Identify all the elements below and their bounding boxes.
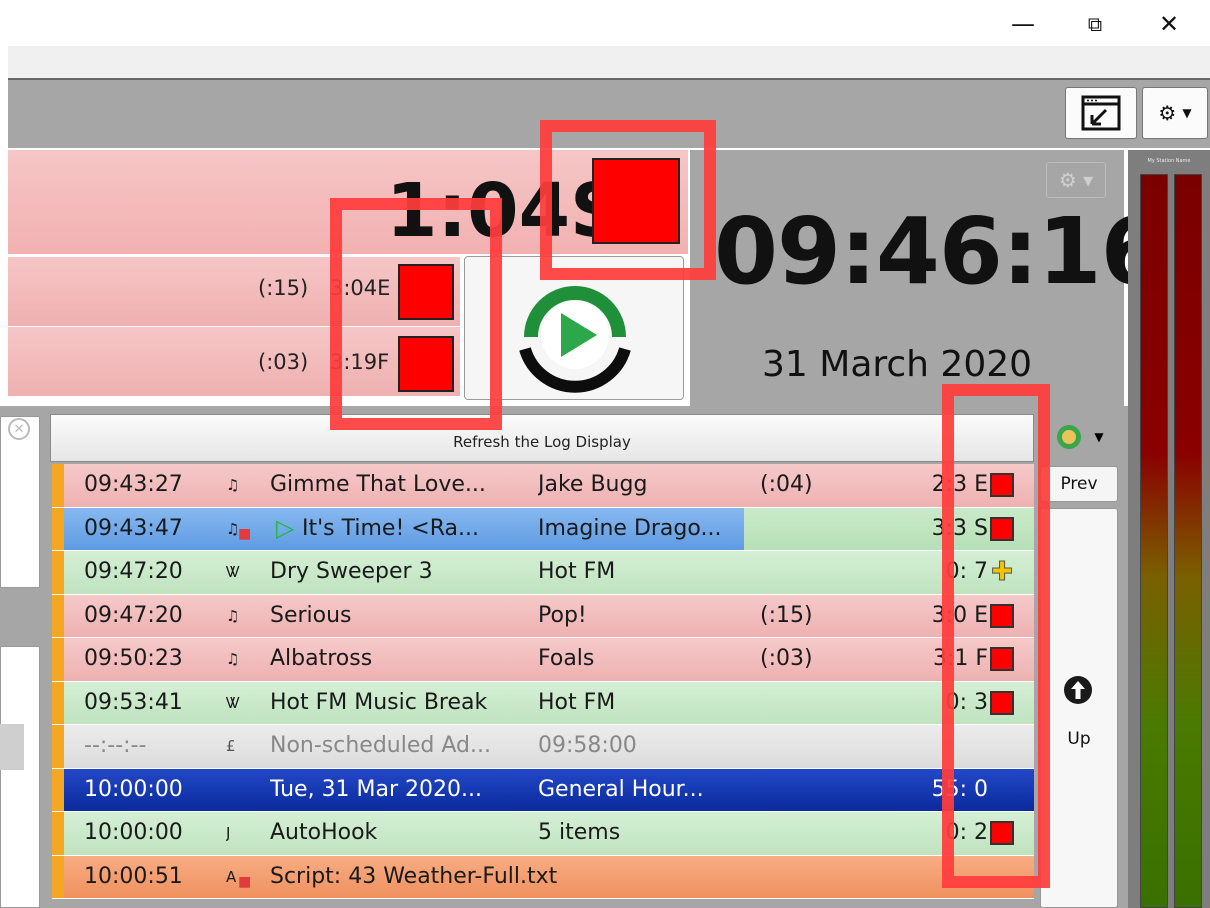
- up-label: Up: [1067, 729, 1091, 749]
- log-row-title: Dry Sweeper 3: [270, 559, 433, 584]
- log-row[interactable]: 09:43:47 ♫ ▷ It's Time! <Ra... ■ Imagine Drag…: [52, 507, 1034, 551]
- log-row-title: Albatross: [270, 646, 373, 671]
- log-row[interactable]: 09:47:20 Ꮤ Dry Sweeper 3 Hot FM 0: 7 ✚: [52, 551, 1034, 595]
- log-row-time: 09:43:47: [84, 515, 183, 541]
- log-row-title: Tue, 31 Mar 2020...: [270, 776, 483, 802]
- log-row-time: 09:50:23: [84, 646, 183, 671]
- log-row-artist: Imagine Drago...: [538, 515, 722, 541]
- meter-left: [1140, 174, 1168, 908]
- minimize-button[interactable]: —: [1000, 4, 1046, 44]
- next-item-intro: (:03): [258, 350, 309, 374]
- log-row-intro: (:15): [760, 602, 813, 628]
- log-row-marker: [52, 507, 64, 550]
- lock-icon: ■: [238, 873, 252, 890]
- log-row-artist: Foals: [538, 646, 595, 671]
- log-row-title: Serious: [270, 602, 352, 628]
- log-row-artist: Hot FM: [538, 689, 616, 715]
- log-row-marker: [52, 725, 64, 768]
- annotation-box-remaining: [540, 120, 716, 280]
- log-row-artist: Jake Bugg: [538, 472, 648, 497]
- log-row-time: 10:00:00: [84, 776, 183, 802]
- log-row-artist: Pop!: [538, 602, 587, 628]
- log-row-title: Hot FM Music Break: [270, 689, 488, 715]
- left-panel-lower: [0, 646, 40, 908]
- log-row-type-icon: Ꮤ: [226, 693, 241, 712]
- clock-date: 31 March 2020: [762, 344, 1033, 385]
- log-row-marker: [52, 594, 64, 637]
- log-row-type-icon: ♫: [226, 606, 240, 625]
- log-row-time: 09:47:20: [84, 559, 183, 584]
- now-playing-icon: ▷: [276, 513, 295, 542]
- window-arrow-icon: [1081, 95, 1121, 131]
- log-row-time: 09:43:27: [84, 472, 183, 497]
- log-row-marker: [52, 812, 64, 855]
- next-item-intro: (:15): [258, 276, 309, 300]
- log-list: 09:43:27 ♫ Gimme That Love... Jake Bugg (:04…: [52, 464, 1034, 899]
- clock-settings-button[interactable]: ⚙ ▾: [1046, 162, 1106, 198]
- log-row-title: It's Time! <Ra...: [302, 515, 479, 541]
- close-button[interactable]: ✕: [1146, 4, 1192, 44]
- log-row[interactable]: 09:43:27 ♫ Gimme That Love... Jake Bugg (:04…: [52, 464, 1034, 508]
- log-row-time: --:--:--: [84, 733, 147, 758]
- up-button[interactable]: Up: [1040, 508, 1118, 908]
- annotation-box-status-column: [942, 384, 1050, 888]
- status-light-icon: [1057, 425, 1082, 449]
- refresh-log-button[interactable]: Refresh the Log Display: [50, 414, 1034, 462]
- chevron-down-icon: ▼: [1094, 430, 1104, 444]
- log-row[interactable]: 10:00:00 Tue, 31 Mar 2020... General Hour.…: [52, 768, 1034, 812]
- settings-menu-button[interactable]: ⚙ ▼: [1142, 87, 1208, 139]
- log-row[interactable]: 10:00:51 A Script: 43 Weather-Full.txt ■: [52, 855, 1034, 899]
- log-row-type-icon: Ꮤ: [226, 563, 241, 581]
- log-row-title: Non-scheduled Ad...: [270, 733, 491, 758]
- log-row-intro: (:03): [760, 646, 813, 671]
- log-row-time: 10:00:51: [84, 863, 183, 889]
- log-row-marker: [52, 551, 64, 594]
- log-row-intro: (:04): [760, 472, 813, 497]
- log-row-marker: [52, 638, 64, 681]
- prev-button[interactable]: Prev: [1040, 466, 1118, 502]
- log-row[interactable]: 09:53:41 Ꮤ Hot FM Music Break Hot FM 0: 3: [52, 681, 1034, 725]
- log-row-type-icon: ♫: [226, 476, 240, 494]
- log-row-time: 09:53:41: [84, 689, 183, 715]
- refresh-log-label: Refresh the Log Display: [453, 433, 631, 451]
- log-row-title: Script: 43 Weather-Full.txt: [270, 863, 558, 889]
- gear-icon: ⚙: [1158, 101, 1177, 125]
- station-name: My Station Name: [1147, 158, 1191, 164]
- log-row[interactable]: --:--:-- £ Non-scheduled Ad... 09:58:00: [52, 725, 1034, 769]
- scrollbar-thumb[interactable]: [0, 724, 24, 770]
- log-row[interactable]: 09:47:20 ♫ Serious Pop! (:15) 3:0 E: [52, 594, 1034, 638]
- log-row-type-icon: J: [226, 824, 231, 842]
- arrow-up-circle-icon: [1064, 676, 1092, 704]
- log-row-artist: 09:58:00: [538, 733, 637, 758]
- log-row-type-icon: ♫: [226, 650, 240, 668]
- clock-time: 09:46:16: [714, 198, 1165, 305]
- chevron-down-icon: ▼: [1182, 106, 1192, 120]
- log-row-title: Gimme That Love...: [270, 472, 486, 497]
- left-sidebar: ✕: [0, 406, 48, 908]
- log-row-title: AutoHook: [270, 820, 378, 845]
- clear-icon[interactable]: ✕: [8, 418, 30, 440]
- annotation-box-next-items: [330, 198, 502, 430]
- log-row-artist: Hot FM: [538, 559, 616, 584]
- log-row-time: 09:47:20: [84, 602, 183, 628]
- log-row[interactable]: 10:00:00 J AutoHook 5 items 0: 2: [52, 812, 1034, 856]
- meter-right: [1174, 174, 1202, 908]
- log-row-marker: [52, 855, 64, 898]
- log-row-artist: 5 items: [538, 820, 621, 845]
- restore-button[interactable]: ⧉: [1072, 4, 1118, 44]
- menu-strip: [8, 46, 1210, 78]
- log-row-marker: [52, 768, 64, 811]
- log-status-button[interactable]: ▼: [1040, 414, 1118, 460]
- audio-meters: My Station Name: [1128, 150, 1210, 908]
- lock-icon: ■: [238, 525, 252, 542]
- left-panel-upper: [0, 416, 40, 588]
- log-row-marker: [52, 681, 64, 724]
- log-row-artist: General Hour...: [538, 776, 704, 802]
- log-row-type-icon: £: [226, 737, 236, 755]
- log-row-time: 10:00:00: [84, 820, 183, 845]
- mini-player-button[interactable]: [1065, 87, 1137, 139]
- log-row-marker: [52, 464, 64, 507]
- log-row[interactable]: 09:50:23 ♫ Albatross Foals (:03) 3:1 F: [52, 638, 1034, 682]
